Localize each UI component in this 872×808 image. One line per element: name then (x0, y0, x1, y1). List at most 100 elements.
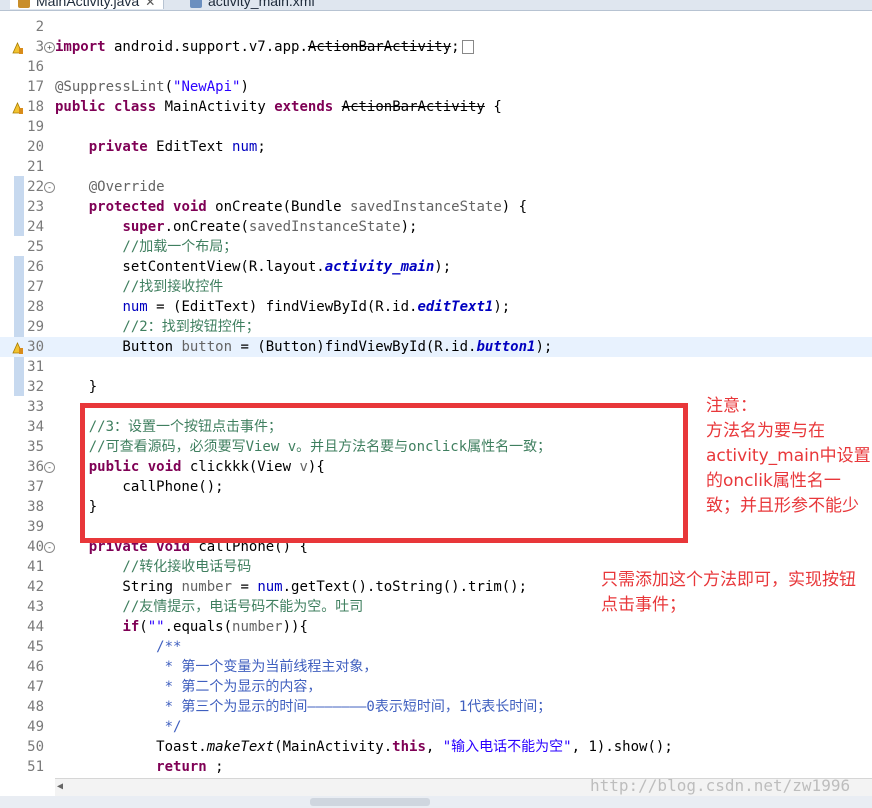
line-number: 49 (27, 719, 44, 735)
code-line[interactable]: 50 Toast.makeText(MainActivity.this, "输入… (0, 737, 872, 757)
highlight-box (80, 403, 688, 543)
warning-marker-icon[interactable] (12, 340, 23, 354)
tab-label: activity_main.xml (208, 0, 315, 9)
code-text: */ (55, 719, 182, 735)
line-number: 45 (27, 639, 44, 655)
tab-mainactivity-java[interactable]: MainActivity.java ✕ (10, 0, 165, 9)
code-text: * 第三个为显示的时间———————0表示短时间，1代表长时间； (55, 699, 552, 715)
code-line[interactable]: 20 private EditText num; (0, 137, 872, 157)
code-text: //加载一个布局； (55, 239, 238, 255)
code-line[interactable]: 29 //2：找到按钮控件； (0, 317, 872, 337)
code-line[interactable]: 49 */ (0, 717, 872, 737)
code-line[interactable]: 21 (0, 157, 872, 177)
line-number: 27 (27, 279, 44, 295)
collapse-fold-icon[interactable]: - (44, 182, 55, 193)
code-text: * 第二个为显示的内容， (55, 679, 322, 695)
code-text: /** (55, 639, 182, 655)
line-number: 17 (27, 79, 44, 95)
code-text: String number = num.getText().toString()… (55, 579, 528, 595)
code-text: private EditText num; (88, 139, 266, 155)
line-number: 41 (27, 559, 44, 575)
code-text: setContentView(R.layout.activity_main); (55, 259, 452, 275)
line-number: 23 (27, 199, 44, 215)
code-line[interactable]: 18 public class MainActivity extends Acti… (0, 97, 872, 117)
warning-marker-icon[interactable] (12, 40, 23, 54)
code-text: return ; (156, 759, 224, 775)
line-number: 21 (27, 159, 44, 175)
line-number: 24 (27, 219, 44, 235)
code-text: * 第一个变量为当前线程主对象， (55, 659, 378, 675)
code-line[interactable]: 25 //加载一个布局； (0, 237, 872, 257)
code-line[interactable]: 24 super.onCreate(savedInstanceState); (0, 217, 872, 237)
line-number: 31 (27, 359, 44, 375)
code-text: @Override (88, 179, 165, 195)
line-number: 47 (27, 679, 44, 695)
code-line[interactable]: 51 return ; (0, 757, 872, 777)
code-text: //2：找到按钮控件； (55, 319, 260, 335)
line-number: 16 (27, 59, 44, 75)
line-number: 44 (27, 619, 44, 635)
line-number: 46 (27, 659, 44, 675)
line-number: 29 (27, 319, 44, 335)
line-number: 2 (35, 19, 44, 35)
line-number: 37 (27, 479, 44, 495)
line-number: 48 (27, 699, 44, 715)
line-number: 19 (27, 119, 44, 135)
annotation-note: 只需添加这个方法即可，实现按钮点击事件； (601, 570, 856, 615)
close-tab-icon[interactable]: ✕ (145, 0, 155, 9)
line-number: 50 (27, 739, 44, 755)
code-line[interactable]: 3 + import android.support.v7.app.ActionBa… (0, 37, 872, 57)
code-text: Button button = (Button)findViewById(R.i… (55, 339, 553, 355)
code-line[interactable]: 19 (0, 117, 872, 137)
bottom-scroll-strip[interactable] (0, 796, 872, 808)
line-number: 22 (27, 179, 44, 195)
code-text: //转化接收电话号码 (55, 559, 252, 575)
scroll-thumb[interactable] (310, 798, 430, 806)
collapse-fold-icon[interactable]: - (44, 542, 55, 553)
code-text: public class MainActivity extends Action… (55, 99, 502, 115)
warning-marker-icon[interactable] (12, 100, 23, 114)
line-number: 25 (27, 239, 44, 255)
code-line[interactable]: 46 * 第一个变量为当前线程主对象， (0, 657, 872, 677)
code-line[interactable]: 2 (0, 17, 872, 37)
java-file-icon (18, 0, 30, 9)
code-line[interactable]: 22- @Override (0, 177, 872, 197)
code-line[interactable]: 47 * 第二个为显示的内容， (0, 677, 872, 697)
code-text: //友情提示，电话号码不能为空。吐司 (55, 599, 364, 615)
code-text: num = (EditText) findViewById(R.id.editT… (122, 299, 511, 315)
line-number: 51 (27, 759, 44, 775)
tab-activity-main-xml[interactable]: activity_main.xml (190, 0, 315, 9)
code-line[interactable]: 26 setContentView(R.layout.activity_main… (0, 257, 872, 277)
code-line[interactable]: 44 if("".equals(number)){ (0, 617, 872, 637)
collapse-fold-icon[interactable]: - (44, 462, 55, 473)
code-text: @SuppressLint("NewApi") (55, 79, 249, 95)
expand-fold-icon[interactable]: + (44, 42, 55, 53)
line-number: 33 (27, 399, 44, 415)
code-text: protected void onCreate(Bundle savedInst… (88, 199, 528, 215)
code-line[interactable]: 16 (0, 57, 872, 77)
line-number: 26 (27, 259, 44, 275)
code-text: if("".equals(number)){ (122, 619, 308, 635)
tab-label: MainActivity.java (36, 0, 140, 9)
code-text: } (55, 379, 98, 395)
line-number: 39 (27, 519, 44, 535)
code-line[interactable]: 48 * 第三个为显示的时间———————0表示短时间，1代表长时间； (0, 697, 872, 717)
annotation-note: 注意： 方法名为要与在activity_main中设置的onclik属性名一致；… (706, 396, 871, 516)
line-number: 38 (27, 499, 44, 515)
code-text: super.onCreate(savedInstanceState); (122, 219, 418, 235)
folded-imports-icon[interactable] (461, 40, 474, 54)
code-line[interactable]: 27 //找到接收控件 (0, 277, 872, 297)
line-number: 3 (35, 39, 44, 55)
line-number: 35 (27, 439, 44, 455)
scroll-left-icon[interactable]: ◀ (57, 781, 63, 792)
code-line[interactable]: 28 num = (EditText) findViewById(R.id.ed… (0, 297, 872, 317)
watermark: http://blog.csdn.net/zw1996 (590, 776, 851, 795)
code-line[interactable]: 30 Button button = (Button)findViewById(… (0, 337, 872, 357)
code-line[interactable]: 17 @SuppressLint("NewApi") (0, 77, 872, 97)
line-number: 34 (27, 419, 44, 435)
line-number: 40 (27, 539, 44, 555)
code-line[interactable]: 45 /** (0, 637, 872, 657)
line-number: 28 (27, 299, 44, 315)
code-line[interactable]: 31 (0, 357, 872, 377)
code-line[interactable]: 23 protected void onCreate(Bundle savedI… (0, 197, 872, 217)
